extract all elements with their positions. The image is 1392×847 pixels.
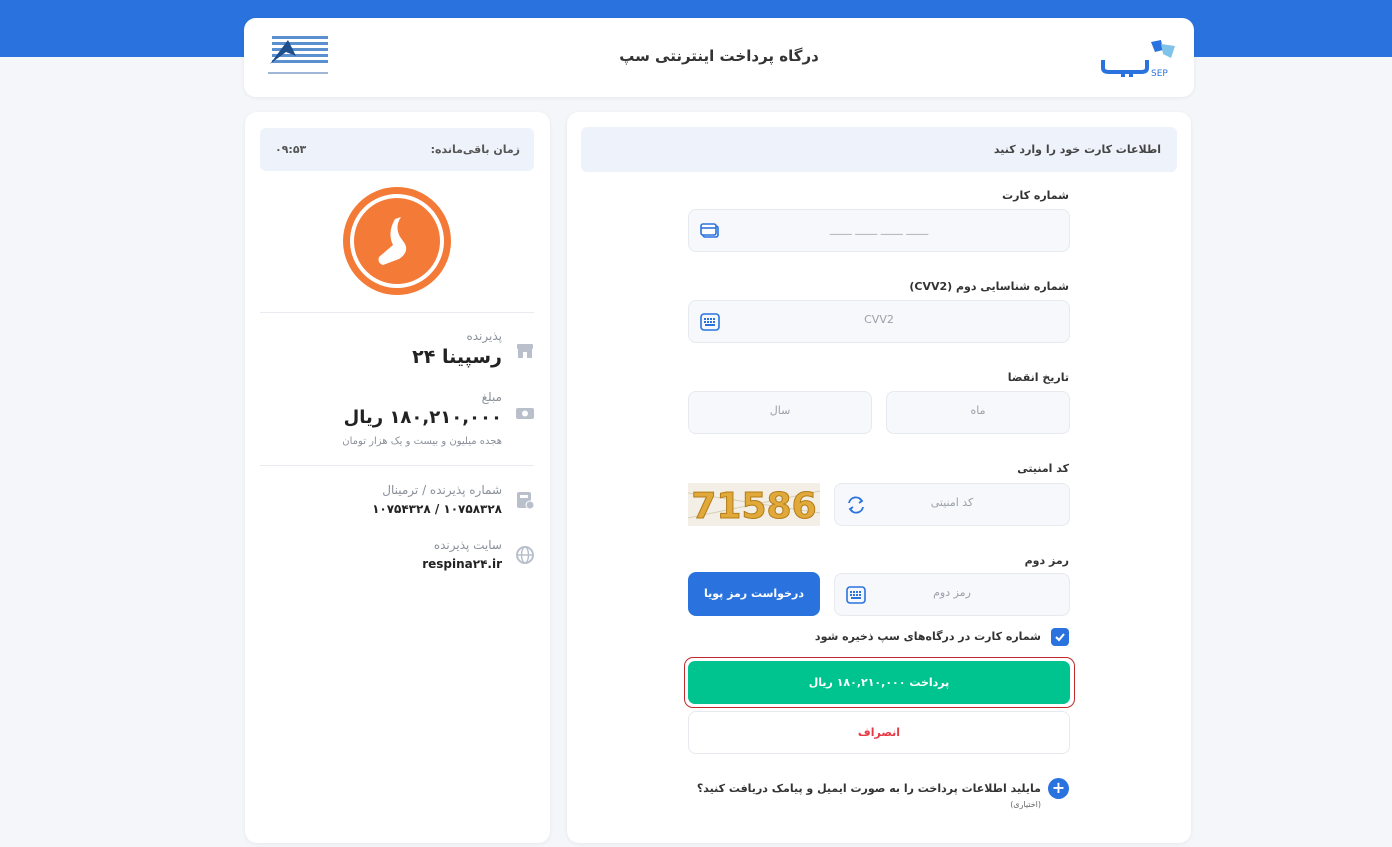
terminal-icon — [517, 492, 535, 510]
optin-note: (اختیاری) — [1010, 800, 1041, 809]
captcha-image: 71586 — [688, 483, 820, 526]
money-icon — [516, 408, 534, 419]
form-title-box: اطلاعات کارت خود را وارد کنید — [581, 127, 1177, 172]
card-number-input[interactable]: ____ ____ ____ ____ — [688, 209, 1070, 252]
check-icon — [1055, 633, 1065, 642]
divider — [260, 312, 534, 313]
save-card-row: شماره کارت در درگاه‌های سپ ذخیره شود — [809, 628, 1069, 646]
save-card-label: شماره کارت در درگاه‌های سپ ذخیره شود — [814, 630, 1041, 643]
merchant-logo — [343, 187, 451, 295]
globe-icon — [516, 546, 534, 564]
timer-value: ۰۹:۵۳ — [275, 143, 307, 156]
captcha-text: 71586 — [691, 486, 816, 526]
expiry-month-input[interactable]: ماه — [886, 391, 1070, 434]
request-otp-button[interactable]: درخواست رمز پویا — [688, 572, 820, 616]
cancel-button[interactable]: انصراف — [688, 711, 1070, 754]
expiry-label: تاریخ انقضا — [1007, 371, 1069, 384]
site-label: سایت پذیرنده — [433, 538, 502, 552]
timer-box: زمان باقی‌مانده: ۰۹:۵۳ — [260, 128, 534, 171]
otp-placeholder: رمز دوم — [933, 586, 971, 599]
pay-button[interactable]: پرداخت ۱۸۰,۲۱۰,۰۰۰ ریال — [688, 661, 1070, 704]
amount-words: هجده میلیون و بیست و یک هزار تومان — [342, 436, 502, 447]
keypad-icon — [700, 313, 720, 331]
optin-text[interactable]: مایلید اطلاعات پرداخت را به صورت ایمیل و… — [697, 782, 1041, 795]
terminal-value: ۱۰۷۵۸۳۲۸ / ۱۰۷۵۴۳۲۸ — [372, 502, 502, 516]
expiry-year-input[interactable]: سال — [688, 391, 872, 434]
cvv2-input[interactable]: CVV2 — [688, 300, 1070, 343]
keypad-icon — [846, 586, 866, 604]
page-title: درگاه پرداخت اینترنتی سپ — [619, 47, 819, 65]
captcha-input[interactable]: کد امنیتی — [834, 483, 1070, 526]
store-icon — [517, 344, 533, 358]
expiry-month-placeholder: ماه — [970, 404, 986, 417]
save-card-checkbox[interactable] — [1051, 628, 1069, 646]
amount-label: مبلغ — [481, 390, 502, 404]
captcha-label: کد امنیتی — [1017, 462, 1069, 475]
plus-icon[interactable]: + — [1048, 778, 1069, 799]
card-number-label: شماره کارت — [1002, 189, 1069, 202]
credit-card-icon — [700, 223, 719, 238]
expiry-year-placeholder: سال — [769, 404, 791, 417]
terminal-label: شماره پذیرنده / ترمینال — [382, 483, 502, 497]
captcha-placeholder: کد امنیتی — [930, 496, 974, 509]
merchant-name: رسپینا ۲۴ — [412, 346, 502, 368]
merchant-info-card: زمان باقی‌مانده: ۰۹:۵۳ پذیرنده رسپینا ۲۴… — [245, 112, 550, 843]
otp-label: رمز دوم — [1024, 554, 1069, 567]
card-number-placeholder: ____ ____ ____ ____ — [829, 222, 929, 235]
divider — [260, 465, 534, 466]
refresh-icon[interactable] — [845, 494, 867, 516]
form-title: اطلاعات کارت خود را وارد کنید — [993, 143, 1161, 156]
amount-value: ۱۸۰,۲۱۰,۰۰۰ ریال — [343, 407, 502, 428]
sep-logo-text: SEP — [1151, 69, 1168, 78]
header-card: درگاه پرداخت اینترنتی سپ SEP — [244, 18, 1194, 97]
otp-input[interactable]: رمز دوم — [834, 573, 1070, 616]
cvv2-placeholder: CVV2 — [864, 313, 894, 326]
site-value: respina۲۴.ir — [422, 557, 502, 571]
merchant-label: پذیرنده — [466, 329, 502, 343]
timer-label: زمان باقی‌مانده: — [430, 143, 520, 156]
cvv2-label: شماره شناسایی دوم (CVV2) — [909, 280, 1069, 293]
sep-logo: SEP — [1101, 40, 1175, 78]
card-form: اطلاعات کارت خود را وارد کنید شماره کارت… — [567, 112, 1191, 843]
